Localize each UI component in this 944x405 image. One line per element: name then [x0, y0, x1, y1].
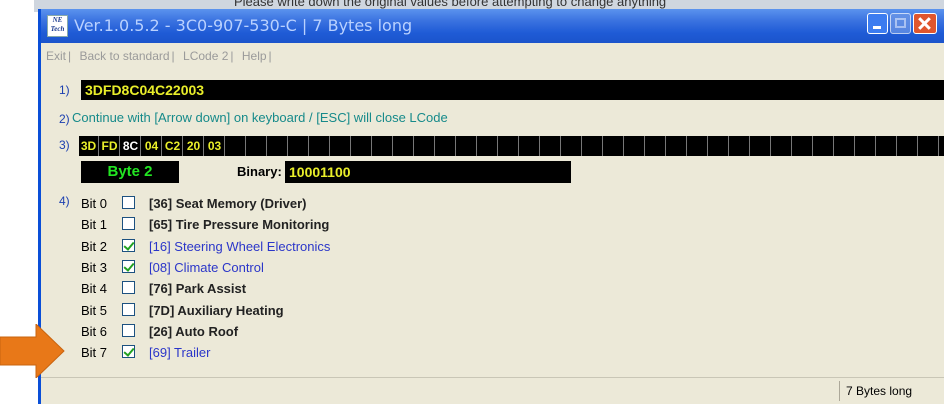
empty-byte-cell[interactable] [604, 136, 624, 156]
menu-separator: | [230, 49, 234, 63]
empty-byte-cell[interactable] [520, 136, 540, 156]
empty-byte-cell[interactable] [856, 136, 876, 156]
lcode-window: NE Tech Ver.1.0.5.2 - 3C0-907-530-C | 7 … [38, 9, 944, 404]
window-title: Ver.1.0.5.2 - 3C0-907-530-C | 7 Bytes lo… [74, 16, 413, 35]
bit-name: Bit 5 [81, 302, 108, 318]
close-button[interactable] [913, 13, 937, 34]
empty-byte-cell[interactable] [625, 136, 645, 156]
step-number-2: 2) [59, 112, 70, 126]
empty-byte-cell[interactable] [310, 136, 330, 156]
background-instruction-text: Please write down the original values be… [234, 0, 667, 9]
empty-byte-cell[interactable] [793, 136, 813, 156]
empty-byte-cell[interactable] [646, 136, 666, 156]
bit-option-label: [26] Auto Roof [149, 323, 239, 339]
maximize-button[interactable] [890, 13, 911, 34]
app-logo-icon: NE Tech [47, 15, 68, 37]
empty-byte-cell[interactable] [478, 136, 498, 156]
minimize-button[interactable] [867, 13, 888, 34]
empty-byte-cell[interactable] [583, 136, 603, 156]
bit-name: Bit 6 [81, 323, 108, 339]
bit-name: Bit 4 [81, 281, 108, 297]
bit-checkbox[interactable] [122, 238, 135, 252]
title-bar[interactable]: NE Tech Ver.1.0.5.2 - 3C0-907-530-C | 7 … [41, 9, 944, 43]
empty-byte-cell[interactable] [268, 136, 288, 156]
bit-option-label: [76] Park Assist [149, 281, 247, 297]
menu-back-to-standard[interactable]: Back to standard [79, 43, 169, 69]
empty-byte-cell[interactable] [247, 136, 267, 156]
bit-checkbox[interactable] [122, 217, 135, 231]
empty-byte-cell[interactable] [688, 136, 708, 156]
lcode-field[interactable]: 3DFD8C04C22003 [81, 80, 944, 100]
bit-checkbox[interactable] [122, 323, 135, 337]
byte-cell[interactable]: 03 [205, 136, 225, 156]
bit-name: Bit 7 [81, 345, 108, 361]
bit-option-label: [7D] Auxiliary Heating [149, 302, 284, 318]
bit-option-label: [08] Climate Control [149, 259, 264, 275]
byte-cell[interactable]: 20 [184, 136, 204, 156]
byte-cell[interactable]: C2 [163, 136, 183, 156]
menu-bar: Exit | Back to standard | LCode 2 | Help | [41, 43, 944, 69]
byte-cell[interactable]: 04 [142, 136, 162, 156]
menu-separator: | [268, 49, 272, 63]
bit-checkbox[interactable] [122, 302, 135, 316]
empty-byte-cell[interactable] [352, 136, 372, 156]
bit-option-label: [65] Tire Pressure Monitoring [149, 217, 330, 233]
empty-byte-cell[interactable] [289, 136, 309, 156]
empty-byte-cell[interactable] [814, 136, 834, 156]
menu-lcode-2[interactable]: LCode 2 [183, 43, 228, 69]
step-number-3: 3) [59, 138, 70, 152]
byte-cell[interactable]: 8C [121, 136, 141, 156]
bit-checkbox[interactable] [122, 281, 135, 295]
menu-help[interactable]: Help [242, 43, 267, 69]
empty-byte-cell[interactable] [919, 136, 939, 156]
menu-separator: | [171, 49, 175, 63]
empty-byte-cell[interactable] [730, 136, 750, 156]
step-number-1: 1) [59, 83, 70, 97]
empty-byte-cell[interactable] [667, 136, 687, 156]
empty-byte-cell[interactable] [331, 136, 351, 156]
empty-byte-cell[interactable] [415, 136, 435, 156]
empty-byte-cell[interactable] [541, 136, 561, 156]
bit-name: Bit 0 [81, 196, 108, 211]
empty-byte-cell[interactable] [457, 136, 477, 156]
bit-checkbox[interactable] [122, 196, 135, 209]
empty-byte-cell[interactable] [394, 136, 414, 156]
empty-byte-cell[interactable] [709, 136, 729, 156]
instruction-hint: Continue with [Arrow down] on keyboard /… [72, 110, 448, 125]
orange-right-arrow-icon [0, 324, 65, 378]
bit-checkbox[interactable] [122, 259, 135, 273]
empty-byte-cell[interactable] [835, 136, 855, 156]
minimize-icon [873, 26, 881, 29]
status-bar: 7 Bytes long [41, 377, 944, 404]
bit-checkbox[interactable] [122, 345, 135, 359]
bit-option-label: [36] Seat Memory (Driver) [149, 196, 307, 211]
bit-name: Bit 1 [81, 217, 108, 233]
empty-byte-cell[interactable] [751, 136, 771, 156]
byte-cell[interactable]: 3D [79, 136, 99, 156]
bit-name: Bit 3 [81, 259, 108, 275]
menu-exit[interactable]: Exit [46, 43, 66, 69]
bit-name: Bit 2 [81, 238, 108, 254]
status-byte-length: 7 Bytes long [839, 381, 944, 401]
empty-byte-cell[interactable] [436, 136, 456, 156]
byte-cell[interactable]: FD [100, 136, 120, 156]
binary-value-field: 10001100 [285, 161, 571, 183]
empty-byte-cell[interactable] [562, 136, 582, 156]
binary-label: Binary: [237, 164, 282, 179]
empty-byte-cell[interactable] [373, 136, 393, 156]
bit-option-label: [16] Steering Wheel Electronics [149, 238, 331, 254]
empty-byte-cell[interactable] [772, 136, 792, 156]
byte-cells-strip: 3D FD 8C 04 C2 20 03 [79, 136, 944, 156]
maximize-icon [895, 18, 906, 28]
step-number-4: 4) [59, 194, 70, 208]
menu-separator: | [68, 49, 72, 63]
empty-byte-cell[interactable] [877, 136, 897, 156]
empty-byte-cell[interactable] [499, 136, 519, 156]
empty-byte-cell[interactable] [226, 136, 246, 156]
bit-option-label: [69] Trailer [149, 345, 211, 361]
empty-byte-cell[interactable] [898, 136, 918, 156]
selected-byte-label: Byte 2 [81, 161, 179, 183]
empty-byte-cell[interactable] [940, 136, 944, 156]
